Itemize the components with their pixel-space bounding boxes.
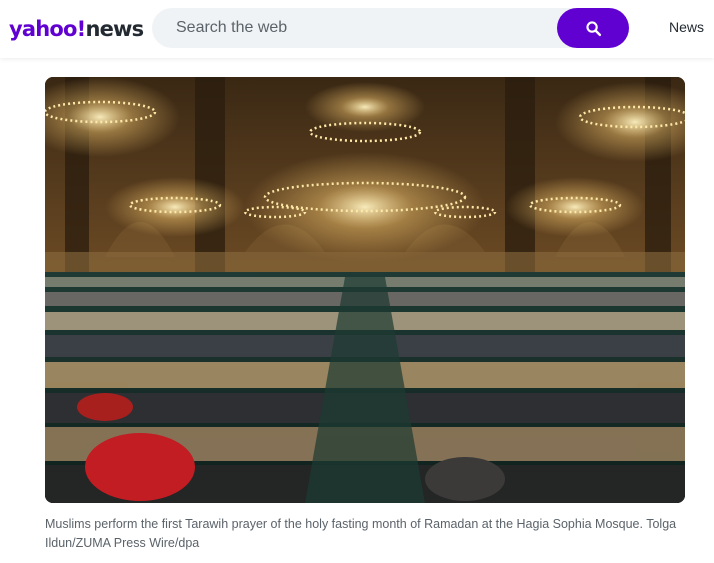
article-photo [45, 77, 685, 503]
site-header: yahoo!news News [0, 0, 714, 58]
yahoo-news-logo[interactable]: yahoo!news [9, 14, 144, 44]
mosque-prayer-image [45, 77, 685, 503]
photo-caption: Muslims perform the first Tarawih prayer… [45, 517, 677, 550]
search-button[interactable] [557, 8, 629, 48]
nav-news-link[interactable]: News [669, 19, 704, 35]
logo-news-text: news [85, 17, 144, 41]
search-icon [585, 20, 601, 36]
logo-yahoo-text: yahoo [9, 17, 77, 41]
search-bar [152, 8, 629, 48]
search-input[interactable] [152, 8, 552, 48]
